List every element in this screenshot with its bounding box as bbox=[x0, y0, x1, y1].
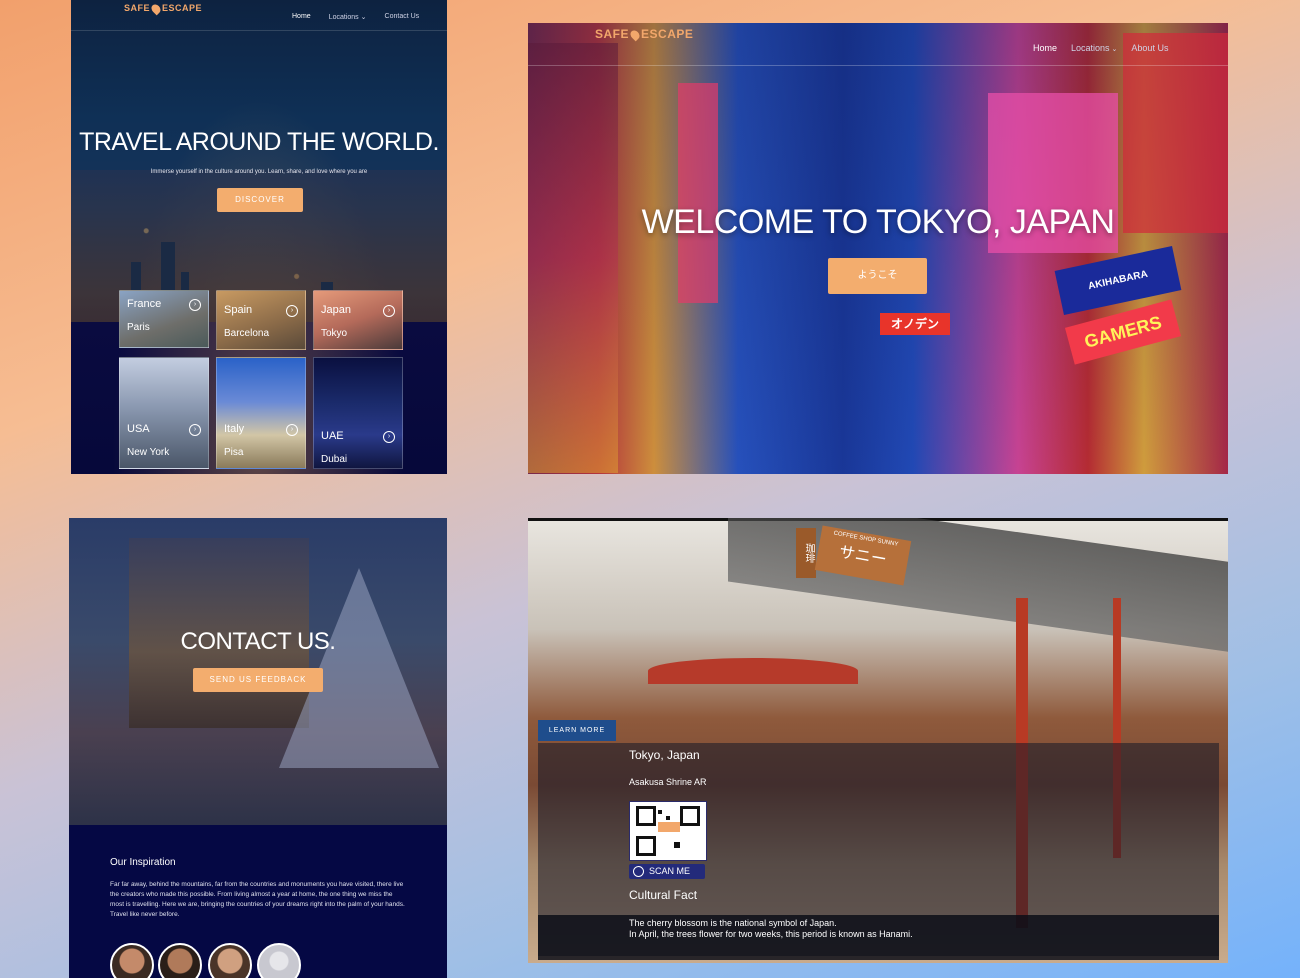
fact-line-2: In April, the trees flower for two weeks… bbox=[629, 929, 913, 939]
nav-locations[interactable]: Locations ⌄ bbox=[329, 13, 367, 21]
scan-icon bbox=[633, 866, 644, 878]
location-title: Tokyo, Japan bbox=[629, 748, 700, 762]
contact-panel: CONTACT US. SEND US FEEDBACK Our Inspira… bbox=[69, 518, 447, 978]
logo[interactable]: SAFE ESCAPE bbox=[595, 27, 693, 42]
billboard bbox=[678, 83, 718, 303]
nav-divider bbox=[71, 30, 447, 31]
nav-contact[interactable]: Contact Us bbox=[385, 13, 420, 21]
arrow-right-icon: › bbox=[189, 299, 201, 311]
hero-subtitle: Immerse yourself in the culture around y… bbox=[150, 169, 368, 175]
destination-card-usa[interactable]: USA New York › bbox=[119, 357, 209, 469]
umbrella bbox=[648, 658, 858, 684]
fact-heading: Cultural Fact bbox=[629, 888, 698, 902]
arrow-right-icon: › bbox=[286, 424, 298, 436]
nav-about[interactable]: About Us bbox=[1131, 43, 1168, 53]
oden-sign: オノデン bbox=[880, 313, 950, 335]
nav-locations[interactable]: Locations ⌄ bbox=[1071, 43, 1117, 53]
feedback-button[interactable]: SEND US FEEDBACK bbox=[193, 668, 323, 692]
left-billboards bbox=[528, 43, 618, 473]
qr-code-icon[interactable] bbox=[629, 801, 707, 861]
arrow-right-icon: › bbox=[383, 305, 395, 317]
destination-card-japan[interactable]: Japan Tokyo › bbox=[313, 290, 403, 350]
learn-more-button[interactable]: LEARN MORE bbox=[538, 720, 616, 741]
inspiration-text: Far far away, behind the mountains, far … bbox=[110, 881, 405, 918]
avatar bbox=[158, 943, 202, 978]
avatar bbox=[208, 943, 252, 978]
fact-line-1: The cherry blossom is the national symbo… bbox=[629, 918, 837, 928]
coffee-kanji-sign: 珈琲 bbox=[796, 528, 816, 578]
travel-landing-panel: SAFE ESCAPE Home Locations ⌄ Contact Us TR… bbox=[71, 0, 447, 474]
scan-me-label[interactable]: SCAN ME bbox=[629, 864, 705, 879]
hero-title: TRAVEL AROUND THE WORLD. bbox=[79, 128, 439, 156]
hero-title: WELCOME TO TOKYO, JAPAN bbox=[641, 203, 1115, 241]
top-nav: Home Locations ⌄ About Us bbox=[1033, 43, 1168, 53]
destination-card-uae[interactable]: UAE Dubai › bbox=[313, 357, 403, 469]
discover-button[interactable]: DISCOVER bbox=[217, 188, 303, 212]
inspiration-heading: Our Inspiration bbox=[110, 857, 176, 868]
ar-location-panel: 珈琲 COFFEE SHOP SUNNY サニー LEARN MORE Toky… bbox=[528, 518, 1228, 963]
top-nav: Home Locations ⌄ Contact Us bbox=[292, 13, 419, 21]
destination-card-france[interactable]: France Paris › bbox=[119, 290, 209, 348]
arrow-right-icon: › bbox=[383, 431, 395, 443]
welcome-button[interactable]: ようこそ bbox=[828, 258, 927, 294]
tokyo-hero-panel: AKIHABARA GAMERS オノデン SAFE ESCAPE Home Lo… bbox=[528, 23, 1228, 474]
pin-icon bbox=[628, 28, 642, 42]
avatar-placeholder bbox=[257, 943, 301, 978]
pin-icon bbox=[149, 2, 163, 15]
logo[interactable]: SAFE ESCAPE bbox=[124, 2, 202, 15]
chevron-down-icon: ⌄ bbox=[1111, 46, 1118, 53]
nav-home[interactable]: Home bbox=[1033, 43, 1057, 53]
location-subtitle: Asakusa Shrine AR bbox=[629, 777, 707, 787]
destination-card-italy[interactable]: Italy Pisa › bbox=[216, 357, 306, 469]
arrow-right-icon: › bbox=[189, 424, 201, 436]
chevron-down-icon: ⌄ bbox=[360, 14, 367, 21]
nav-divider bbox=[528, 65, 1228, 66]
arrow-right-icon: › bbox=[286, 305, 298, 317]
destination-card-spain[interactable]: Spain Barcelona › bbox=[216, 290, 306, 350]
nav-home[interactable]: Home bbox=[292, 13, 311, 21]
contact-title: CONTACT US. bbox=[180, 628, 336, 655]
avatar bbox=[110, 943, 154, 978]
